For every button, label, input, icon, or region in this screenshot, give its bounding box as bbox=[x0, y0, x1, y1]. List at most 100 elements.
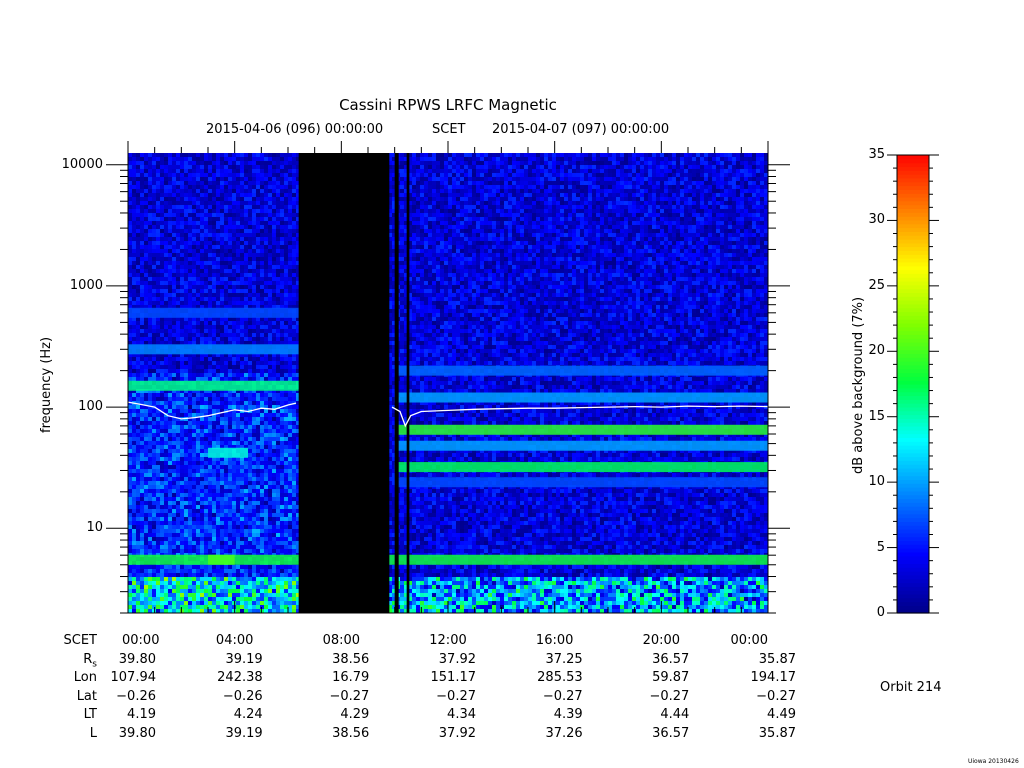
spectrogram-cell bbox=[184, 153, 188, 157]
spectrogram-cell bbox=[228, 405, 232, 409]
spectrogram-cell bbox=[180, 585, 184, 589]
spectrogram-cell bbox=[136, 417, 140, 421]
spectrogram-cell bbox=[132, 181, 136, 185]
spectrogram-cell bbox=[224, 265, 228, 269]
spectrogram-cell bbox=[232, 589, 236, 593]
spectrogram-cell bbox=[160, 505, 164, 509]
spectrogram-cell bbox=[164, 213, 168, 217]
spectrogram-cell bbox=[220, 565, 224, 569]
spectrogram-cell bbox=[188, 365, 192, 369]
spectrogram-cell bbox=[200, 285, 204, 289]
spectrogram-cell bbox=[264, 537, 268, 541]
spectrogram-cell bbox=[220, 573, 224, 577]
spectrogram-cell bbox=[256, 393, 260, 397]
spectrogram-cell bbox=[212, 393, 216, 397]
spectrogram-cell bbox=[152, 397, 156, 401]
spectrogram-cell bbox=[144, 421, 148, 425]
spectrogram-cell bbox=[292, 337, 296, 341]
spectrogram-cell bbox=[276, 213, 280, 217]
spectrogram-cell bbox=[148, 153, 152, 157]
spectrogram-cell bbox=[248, 585, 252, 589]
spectrogram-cell bbox=[176, 509, 180, 513]
spectrogram-cell bbox=[260, 205, 264, 209]
spectrogram-cell bbox=[156, 289, 160, 293]
spectrogram-cell bbox=[248, 257, 252, 261]
spectrogram-cell bbox=[188, 241, 192, 245]
spectrogram-cell bbox=[260, 213, 264, 217]
spectrogram-cell bbox=[256, 229, 260, 233]
spectrogram-cell bbox=[292, 453, 296, 457]
spectrogram-cell bbox=[208, 277, 212, 281]
spectrogram-cell bbox=[152, 321, 156, 325]
spectrogram-cell bbox=[228, 421, 232, 425]
spectrogram-cell bbox=[128, 453, 132, 457]
spectrogram-cell bbox=[232, 165, 236, 169]
spectrogram-cell bbox=[280, 289, 284, 293]
spectrogram-cell bbox=[140, 233, 144, 237]
spectrogram-cell bbox=[288, 221, 292, 225]
spectrogram-cell bbox=[256, 469, 260, 473]
spectrogram-cell bbox=[188, 501, 192, 505]
spectrogram-cell bbox=[240, 285, 244, 289]
spectrogram-cell bbox=[232, 217, 236, 221]
spectrogram-cell bbox=[264, 153, 268, 157]
spectrogram-cell bbox=[156, 477, 160, 481]
spectrogram-cell bbox=[164, 393, 168, 397]
spectrogram-cell bbox=[208, 513, 212, 517]
spectrogram-cell bbox=[196, 485, 200, 489]
spectrogram-cell bbox=[180, 445, 184, 449]
spectrogram-cell bbox=[244, 505, 248, 509]
spectrogram-cell bbox=[204, 585, 208, 589]
spectrogram-cell bbox=[204, 569, 208, 573]
spectrogram-cell bbox=[268, 237, 272, 241]
spectrogram-cell bbox=[260, 577, 264, 581]
spectrogram-cell bbox=[156, 549, 160, 553]
spectrogram-cell bbox=[200, 545, 204, 549]
spectrogram-cell bbox=[156, 277, 160, 281]
spectrogram-cell bbox=[256, 257, 260, 261]
spectrogram-cell bbox=[240, 369, 244, 373]
spectrogram-cell bbox=[252, 261, 256, 265]
spectrogram-cell bbox=[240, 509, 244, 513]
spectrogram-cell bbox=[268, 157, 272, 161]
spectrogram-cell bbox=[192, 365, 196, 369]
spectrogram-cell bbox=[256, 173, 260, 177]
spectrogram-cell bbox=[200, 425, 204, 429]
spectrogram-cell bbox=[208, 517, 212, 521]
spectrogram-cell bbox=[172, 273, 176, 277]
spectrogram-cell bbox=[276, 237, 280, 241]
spectrogram-cell bbox=[288, 205, 292, 209]
spectrogram-cell bbox=[192, 249, 196, 253]
spectrogram-cell bbox=[264, 473, 268, 477]
spectrogram-cell bbox=[248, 401, 252, 405]
spectrogram-cell bbox=[280, 477, 284, 481]
spectrogram-cell bbox=[184, 569, 188, 573]
spectrogram-cell bbox=[232, 529, 236, 533]
spectrogram-cell bbox=[148, 461, 152, 465]
spectrogram-cell bbox=[272, 157, 276, 161]
spectrogram-cell bbox=[164, 397, 168, 401]
spectrogram-cell bbox=[288, 461, 292, 465]
spectrogram-cell bbox=[232, 201, 236, 205]
spectrogram-cell bbox=[128, 277, 132, 281]
spectrogram-cell bbox=[240, 405, 244, 409]
spectrogram-cell bbox=[248, 269, 252, 273]
spectrogram-cell bbox=[196, 397, 200, 401]
spectrogram-cell bbox=[212, 593, 216, 597]
spectrogram-cell bbox=[152, 197, 156, 201]
spectrogram-cell bbox=[264, 265, 268, 269]
spectrogram-cell bbox=[276, 517, 280, 521]
spectrogram-cell bbox=[248, 393, 252, 397]
spectrogram-cell bbox=[204, 161, 208, 165]
spectrogram-cell bbox=[152, 565, 156, 569]
spectrogram-cell bbox=[224, 237, 228, 241]
spectrogram-cell bbox=[160, 277, 164, 281]
spectrogram-cell bbox=[220, 461, 224, 465]
spectrogram-cell bbox=[204, 529, 208, 533]
spectrogram-cell bbox=[128, 445, 132, 449]
spectrogram-cell bbox=[260, 325, 264, 329]
spectrogram-cell bbox=[216, 421, 220, 425]
spectrogram-cell bbox=[132, 233, 136, 237]
spectrogram-cell bbox=[288, 273, 292, 277]
spectrogram-cell bbox=[292, 261, 296, 265]
